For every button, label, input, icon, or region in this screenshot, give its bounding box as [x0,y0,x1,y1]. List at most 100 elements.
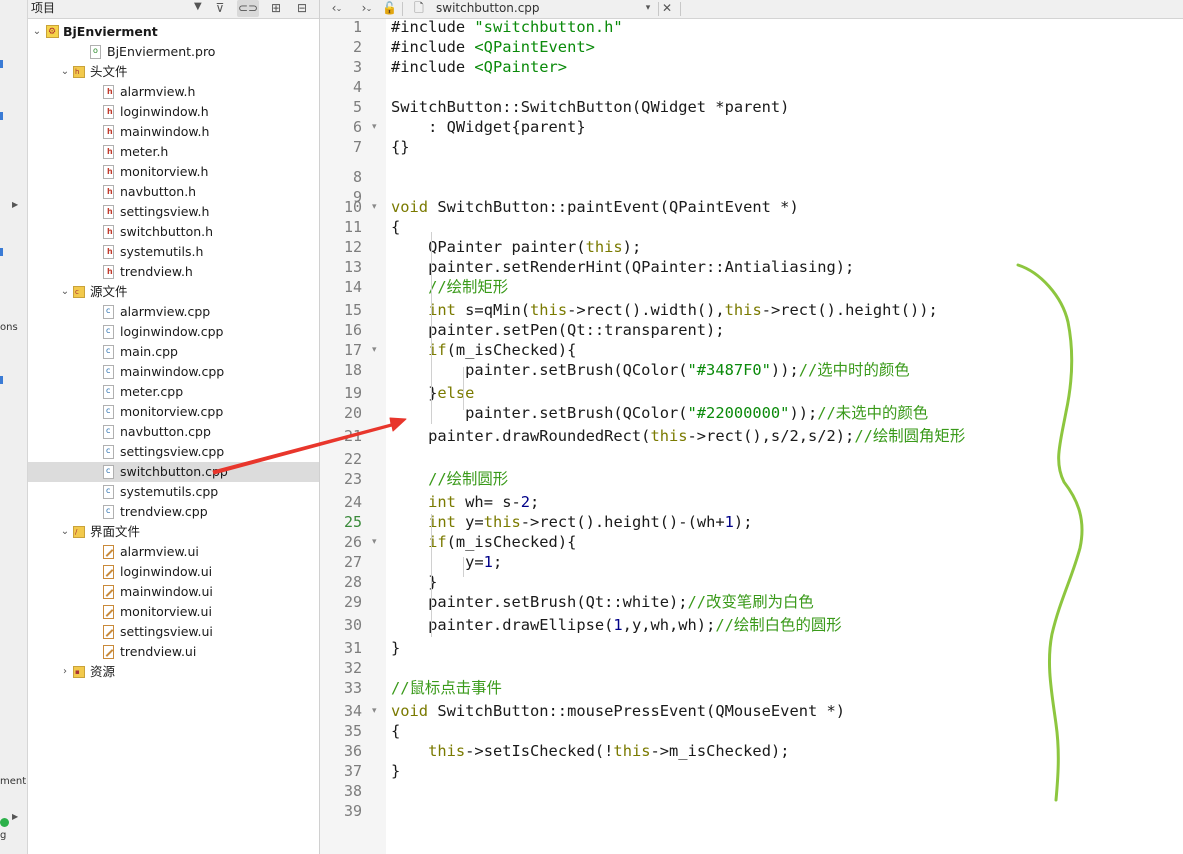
code-line[interactable]: painter.drawEllipse(1,y,wh,wh);//绘制白色的圆形 [391,615,842,635]
tree-item[interactable]: loginwindow.h [28,102,319,122]
code-line[interactable]: if(m_isChecked){ [391,340,576,360]
tree-item[interactable]: settingsview.cpp [28,441,319,462]
line-number: 39 [343,802,362,820]
fold-marker-icon[interactable]: ▾ [372,340,377,360]
code-line[interactable]: //绘制矩形 [391,277,508,297]
code-line[interactable]: //绘制圆形 [391,469,508,489]
tree-item[interactable]: switchbutton.cpp [28,461,319,482]
tree-item[interactable]: loginwindow.cpp [28,321,319,342]
code-line[interactable]: int y=this->rect().height()-(wh+1); [391,512,752,532]
chevron-right-icon[interactable]: ▶ [12,812,18,821]
code-line[interactable]: //鼠标点击事件 [391,678,502,698]
code-line[interactable]: painter.setPen(Qt::transparent); [391,320,725,340]
tree-item[interactable]: ⌄ c 源文件 [28,282,319,302]
chevron-down-icon[interactable]: ⌄ [364,0,374,17]
code-token: "switchbutton.h" [474,18,623,36]
tree-item[interactable]: settingsview.ui [28,622,319,642]
fold-marker-icon[interactable]: ▾ [372,117,377,137]
code-token: painter.drawRoundedRect( [391,427,651,445]
tree-item[interactable]: monitorview.cpp [28,401,319,422]
code-line[interactable]: painter.setBrush(QColor("#3487F0"));//选中… [391,360,910,380]
code-line[interactable]: void SwitchButton::mousePressEvent(QMous… [391,701,845,721]
chevron-right-icon[interactable]: › [59,662,71,682]
tree-item[interactable]: ⌄ BjEnvierment [28,22,319,42]
mode-selector-strip[interactable]: ons ment g ▶ ▶ [0,0,28,854]
tree-item[interactable]: trendview.cpp [28,501,319,522]
tree-item[interactable]: settingsview.h [28,202,319,222]
tree-item[interactable]: › ▪ 资源 [28,662,319,682]
tree-item[interactable]: trendview.h [28,262,319,282]
code-line[interactable]: : QWidget{parent} [391,117,586,137]
code-line[interactable]: painter.drawRoundedRect(this->rect(),s/2… [391,426,965,446]
tree-item[interactable]: trendview.ui [28,642,319,662]
tree-item[interactable]: mainwindow.h [28,122,319,142]
chevron-down-icon[interactable]: ▼ [194,1,202,12]
tree-item[interactable]: mainwindow.ui [28,582,319,602]
close-split-icon[interactable]: ⊟ [291,0,313,17]
code-line[interactable]: { [391,721,400,741]
chevron-down-icon[interactable]: ⌄ [59,62,71,82]
filter-icon[interactable]: ⊽ [209,0,231,17]
code-line[interactable]: void SwitchButton::paintEvent(QPaintEven… [391,197,799,217]
tree-item[interactable]: alarmview.cpp [28,301,319,322]
code-line[interactable]: this->setIsChecked(!this->m_isChecked); [391,741,789,761]
tree-item[interactable]: mainwindow.cpp [28,361,319,382]
open-file-name[interactable]: switchbutton.cpp [436,0,540,17]
tree-item[interactable]: navbutton.h [28,182,319,202]
code-line[interactable]: {} [391,137,410,157]
mode-label-fragment[interactable]: ment [0,776,26,787]
code-line[interactable]: { [391,217,400,237]
tree-item[interactable]: meter.h [28,142,319,162]
project-view-selector[interactable]: 项目 [31,0,55,16]
lock-icon[interactable]: 🔓 [382,0,397,17]
mode-label-fragment[interactable]: ons [0,322,18,333]
fold-marker-icon[interactable]: ▾ [372,701,377,721]
code-line[interactable]: #include <QPainter> [391,57,567,77]
code-line[interactable]: #include <QPaintEvent> [391,37,595,57]
tree-item[interactable]: ⌄ / 界面文件 [28,522,319,542]
code-line[interactable]: }else [391,383,474,403]
tree-item[interactable]: systemutils.cpp [28,481,319,502]
code-line[interactable]: int s=qMin(this->rect().width(),this->re… [391,300,938,320]
code-line[interactable]: int wh= s-2; [391,492,539,512]
close-icon[interactable]: ✕ [660,0,674,17]
tree-item[interactable]: switchbutton.h [28,222,319,242]
line-number: 18 [343,361,362,379]
link-editor-icon[interactable]: ⊂⊃ [237,0,259,17]
line-number: 10 [343,198,362,216]
chevron-down-icon[interactable]: ▾ [642,0,654,17]
tree-item[interactable]: loginwindow.ui [28,562,319,582]
add-split-icon[interactable]: ⊞ [265,0,287,17]
code-line[interactable]: painter.setBrush(QColor("#22000000"));//… [391,403,928,423]
chevron-down-icon[interactable]: ⌄ [334,0,344,17]
code-editor[interactable]: #include "switchbutton.h" #include <QPain… [387,17,1183,854]
tree-item[interactable]: alarmview.h [28,82,319,102]
code-line[interactable]: SwitchButton::SwitchButton(QWidget *pare… [391,97,789,117]
chevron-right-icon[interactable]: ▶ [12,200,18,209]
tree-item[interactable]: monitorview.ui [28,602,319,622]
tree-item[interactable]: BjEnvierment.pro [28,41,319,62]
chevron-down-icon[interactable]: ⌄ [59,522,71,542]
tree-item[interactable]: meter.cpp [28,381,319,402]
tree-item[interactable]: navbutton.cpp [28,421,319,442]
chevron-down-icon[interactable]: ⌄ [59,282,71,302]
code-line[interactable]: } [391,638,400,658]
code-line[interactable]: QPainter painter(this); [391,237,641,257]
code-token: //绘制圆形 [391,470,509,488]
code-line[interactable]: if(m_isChecked){ [391,532,576,552]
fold-marker-icon[interactable]: ▾ [372,532,377,552]
chevron-down-icon[interactable]: ⌄ [31,22,43,42]
tree-item[interactable]: monitorview.h [28,162,319,182]
code-line[interactable]: } [391,761,400,781]
mode-label-fragment[interactable]: g [0,830,6,841]
tree-item-label: BjEnvierment.pro [107,44,216,59]
code-line[interactable]: painter.setRenderHint(QPainter::Antialia… [391,257,854,277]
tree-item[interactable]: ⌄ h 头文件 [28,62,319,82]
fold-marker-icon[interactable]: ▾ [372,197,377,217]
tree-item[interactable]: alarmview.ui [28,542,319,562]
tree-item[interactable]: main.cpp [28,341,319,362]
code-line[interactable]: #include "switchbutton.h" [391,17,623,37]
code-line[interactable]: y=1; [391,552,502,572]
code-line[interactable]: painter.setBrush(Qt::white);//改变笔刷为白色 [391,592,814,612]
tree-item[interactable]: systemutils.h [28,242,319,262]
